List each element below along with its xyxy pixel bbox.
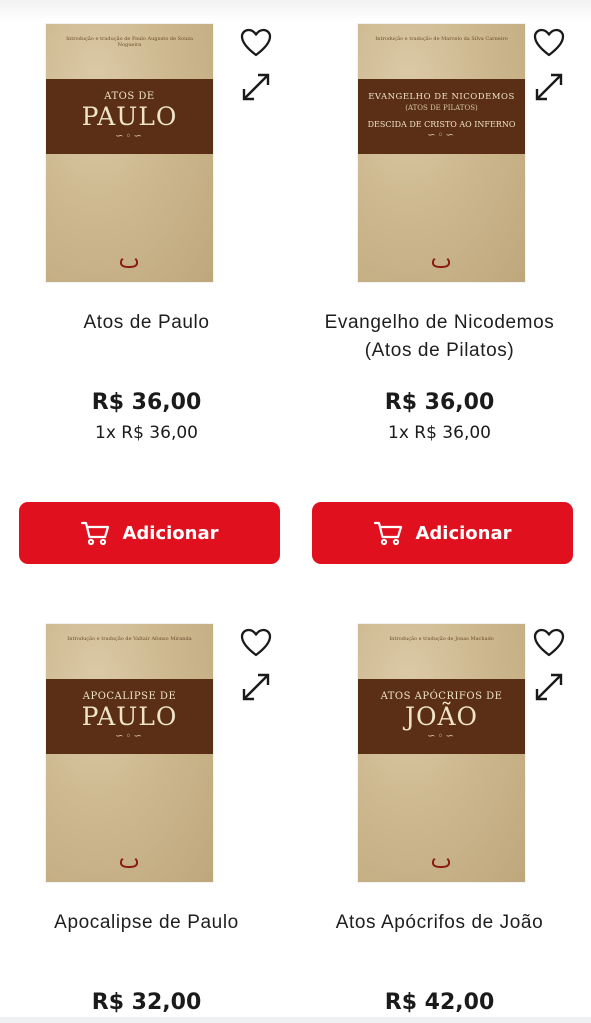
publisher-logo	[432, 856, 450, 868]
product-price: R$ 36,00	[91, 390, 202, 415]
product-price: R$ 36,00	[384, 390, 495, 415]
cover-title-band: ATOS APÓCRIFOS DE JOÃO ∽◦∽	[358, 679, 525, 754]
ornament: ∽◦∽	[115, 730, 144, 742]
product-title[interactable]: Atos Apócrifos de João	[303, 909, 576, 937]
product-title[interactable]: Evangelho de Nicodemos (Atos de Pilatos)	[303, 309, 576, 365]
expand-arrows-icon[interactable]	[533, 71, 565, 103]
expand-arrows-icon[interactable]	[240, 671, 272, 703]
cover-credit: Introdução e tradução de Marcelo da Silv…	[375, 36, 508, 42]
installment-price: 1x R$ 36,00	[95, 423, 198, 443]
cover-subtitle: (ATOS DE PILATOS)	[405, 104, 478, 112]
add-button-label: Adicionar	[415, 522, 512, 544]
ornament: ∽◦∽	[427, 730, 456, 742]
cover-line: DESCIDA DE CRISTO AO INFERNO	[367, 120, 516, 129]
cover-big-title: PAULO	[81, 101, 178, 131]
product-price: R$ 32,00	[91, 990, 202, 1015]
add-to-cart-button[interactable]: Adicionar	[312, 502, 573, 564]
product-card[interactable]: Introdução e tradução de Valtair Afonso …	[0, 600, 293, 1023]
cover-small-title: EVANGELHO DE NICODEMOS	[368, 92, 515, 102]
product-price: R$ 42,00	[384, 990, 495, 1015]
add-button-label: Adicionar	[122, 522, 219, 544]
heart-outline-icon[interactable]	[532, 626, 566, 660]
cart-icon	[81, 521, 110, 546]
expand-arrows-icon[interactable]	[240, 71, 272, 103]
cover-title-band: EVANGELHO DE NICODEMOS (ATOS DE PILATOS)…	[358, 79, 525, 154]
ornament: ∽◦∽	[427, 130, 456, 141]
heart-outline-icon[interactable]	[239, 626, 273, 660]
book-cover[interactable]: Introdução e tradução de Jonas Machado A…	[358, 624, 525, 882]
cover-small-title: APOCALIPSE DE	[82, 690, 177, 702]
product-card[interactable]: Introdução e tradução de Jonas Machado A…	[293, 600, 586, 1023]
installment-price: 1x R$ 36,00	[388, 423, 491, 443]
publisher-logo	[120, 256, 138, 268]
cover-big-title: PAULO	[81, 701, 178, 731]
cover-title-band: APOCALIPSE DE PAULO ∽◦∽	[46, 679, 213, 754]
book-cover[interactable]: Introdução e tradução de Valtair Afonso …	[46, 624, 213, 882]
heart-outline-icon[interactable]	[239, 26, 273, 60]
book-cover[interactable]: Introdução e tradução de Paulo Augusto d…	[46, 24, 213, 282]
add-to-cart-button[interactable]: Adicionar	[19, 502, 280, 564]
cover-small-title: ATOS APÓCRIFOS DE	[380, 690, 503, 702]
expand-arrows-icon[interactable]	[533, 671, 565, 703]
cover-big-title: JOÃO	[404, 701, 479, 731]
cover-credit: Introdução e tradução de Valtair Afonso …	[67, 636, 192, 642]
book-cover[interactable]: Introdução e tradução de Marcelo da Silv…	[358, 24, 525, 282]
publisher-logo	[432, 256, 450, 268]
cover-small-title: ATOS DE	[104, 90, 155, 102]
cover-credit: Introdução e tradução de Jonas Machado	[389, 636, 494, 642]
cover-title-band: ATOS DE PAULO ∽◦∽	[46, 79, 213, 154]
product-title[interactable]: Atos de Paulo	[10, 309, 283, 337]
ornament: ∽◦∽	[115, 130, 144, 142]
heart-outline-icon[interactable]	[532, 26, 566, 60]
publisher-logo	[120, 856, 138, 868]
bottom-edge	[0, 1017, 591, 1023]
cover-credit: Introdução e tradução de Paulo Augusto d…	[66, 36, 193, 48]
product-card[interactable]: Introdução e tradução de Marcelo da Silv…	[293, 0, 586, 600]
cart-icon	[374, 521, 403, 546]
product-title[interactable]: Apocalipse de Paulo	[10, 909, 283, 937]
product-card[interactable]: Introdução e tradução de Paulo Augusto d…	[0, 0, 293, 600]
